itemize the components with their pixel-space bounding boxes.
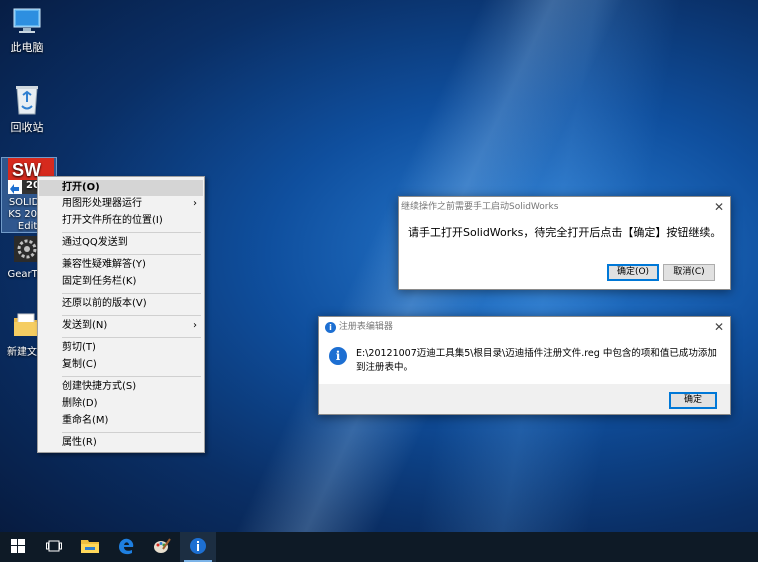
menu-item-open-file-location[interactable]: 打开文件所在的位置(I) — [39, 213, 203, 229]
cancel-button[interactable]: 取消(C) — [663, 264, 715, 281]
taskbar-edge[interactable] — [108, 532, 144, 562]
menu-item-label: 打开(O) — [62, 182, 100, 193]
info-icon: i — [325, 321, 336, 333]
chevron-right-icon: › — [193, 320, 197, 331]
registry-editor-dialog: i 注册表编辑器 ✕ i E:\20121007迈迪工具集5\根目录\迈迪插件注… — [318, 316, 731, 415]
ok-button[interactable]: 确定 — [669, 392, 717, 409]
desktop-icon-label: 此电脑 — [10, 41, 44, 54]
menu-item-troubleshoot-compatibility[interactable]: 兼容性疑难解答(Y) — [39, 257, 203, 273]
file-explorer-icon — [81, 538, 99, 557]
menu-separator — [62, 315, 201, 316]
chevron-right-icon: › — [193, 198, 197, 209]
menu-item-label: 重命名(M) — [62, 415, 109, 426]
menu-item-run-with-gpu[interactable]: 用图形处理器运行 › — [39, 196, 203, 212]
menu-separator — [62, 232, 201, 233]
menu-item-label: 删除(D) — [62, 398, 98, 409]
ok-button[interactable]: 确定(O) — [607, 264, 659, 281]
menu-separator — [62, 376, 201, 377]
menu-item-delete[interactable]: 删除(D) — [39, 396, 203, 412]
context-menu: 打开(O) 用图形处理器运行 › 打开文件所在的位置(I) 通过QQ发送到 兼容性… — [37, 176, 205, 453]
menu-item-label: 剪切(T) — [62, 342, 96, 353]
info-icon: i — [329, 347, 347, 365]
menu-item-open[interactable]: 打开(O) — [39, 180, 203, 196]
task-view-button[interactable] — [36, 532, 72, 562]
menu-item-restore-previous-versions[interactable]: 还原以前的版本(V) — [39, 296, 203, 312]
dialog-titlebar: i 注册表编辑器 — [319, 317, 730, 337]
menu-item-label: 属性(R) — [62, 437, 97, 448]
desktop-icon-this-pc[interactable]: 此电脑 — [0, 6, 54, 55]
close-icon[interactable]: ✕ — [714, 197, 724, 217]
menu-item-label: 还原以前的版本(V) — [62, 298, 147, 309]
menu-item-create-shortcut[interactable]: 创建快捷方式(S) — [39, 379, 203, 395]
menu-item-label: 用图形处理器运行 — [62, 198, 142, 209]
edge-icon — [117, 537, 135, 558]
desktop-icon-recycle-bin[interactable]: 回收站 — [0, 82, 54, 135]
solidworks-prompt-dialog: 继续操作之前需要手工启动SolidWorks ✕ 请手工打开SolidWorks… — [398, 196, 731, 290]
taskbar-paint[interactable] — [144, 532, 180, 562]
menu-item-copy[interactable]: 复制(C) — [39, 357, 203, 373]
menu-item-label: 固定到任务栏(K) — [62, 276, 137, 287]
close-icon[interactable]: ✕ — [714, 317, 724, 337]
menu-item-send-to[interactable]: 发送到(N) › — [39, 318, 203, 334]
computer-icon — [11, 6, 43, 36]
dialog-title: 继续操作之前需要手工启动SolidWorks — [401, 202, 559, 212]
menu-separator — [62, 293, 201, 294]
menu-item-label: 发送到(N) — [62, 320, 108, 331]
taskbar-file-explorer[interactable] — [72, 532, 108, 562]
desktop-icon-label: 回收站 — [10, 121, 44, 134]
dialog-message: 请手工打开SolidWorks，待完全打开后点击【确定】按钮继续。 — [408, 226, 722, 239]
menu-item-label: 打开文件所在的位置(I) — [62, 215, 163, 226]
menu-separator — [62, 432, 201, 433]
task-view-icon — [46, 540, 62, 555]
start-icon — [11, 538, 25, 556]
start-button[interactable] — [0, 532, 36, 562]
menu-item-rename[interactable]: 重命名(M) — [39, 413, 203, 429]
dialog-message: E:\20121007迈迪工具集5\根目录\迈迪插件注册文件.reg 中包含的项… — [356, 348, 717, 373]
menu-item-label: 创建快捷方式(S) — [62, 381, 137, 392]
menu-item-cut[interactable]: 剪切(T) — [39, 340, 203, 356]
menu-item-label: 复制(C) — [62, 359, 97, 370]
paint-icon — [153, 537, 171, 558]
taskbar — [0, 532, 758, 562]
taskbar-registry-info[interactable] — [180, 532, 216, 562]
menu-item-pin-to-taskbar[interactable]: 固定到任务栏(K) — [39, 274, 203, 290]
menu-item-label: 兼容性疑难解答(Y) — [62, 259, 146, 270]
menu-item-send-via-qq[interactable]: 通过QQ发送到 — [39, 235, 203, 251]
info-icon — [189, 537, 207, 558]
menu-separator — [62, 254, 201, 255]
menu-item-label: 通过QQ发送到 — [62, 237, 128, 248]
recycle-bin-icon — [12, 82, 42, 116]
menu-item-properties[interactable]: 属性(R) — [39, 435, 203, 451]
menu-separator — [62, 337, 201, 338]
dialog-title: 注册表编辑器 — [338, 322, 393, 332]
